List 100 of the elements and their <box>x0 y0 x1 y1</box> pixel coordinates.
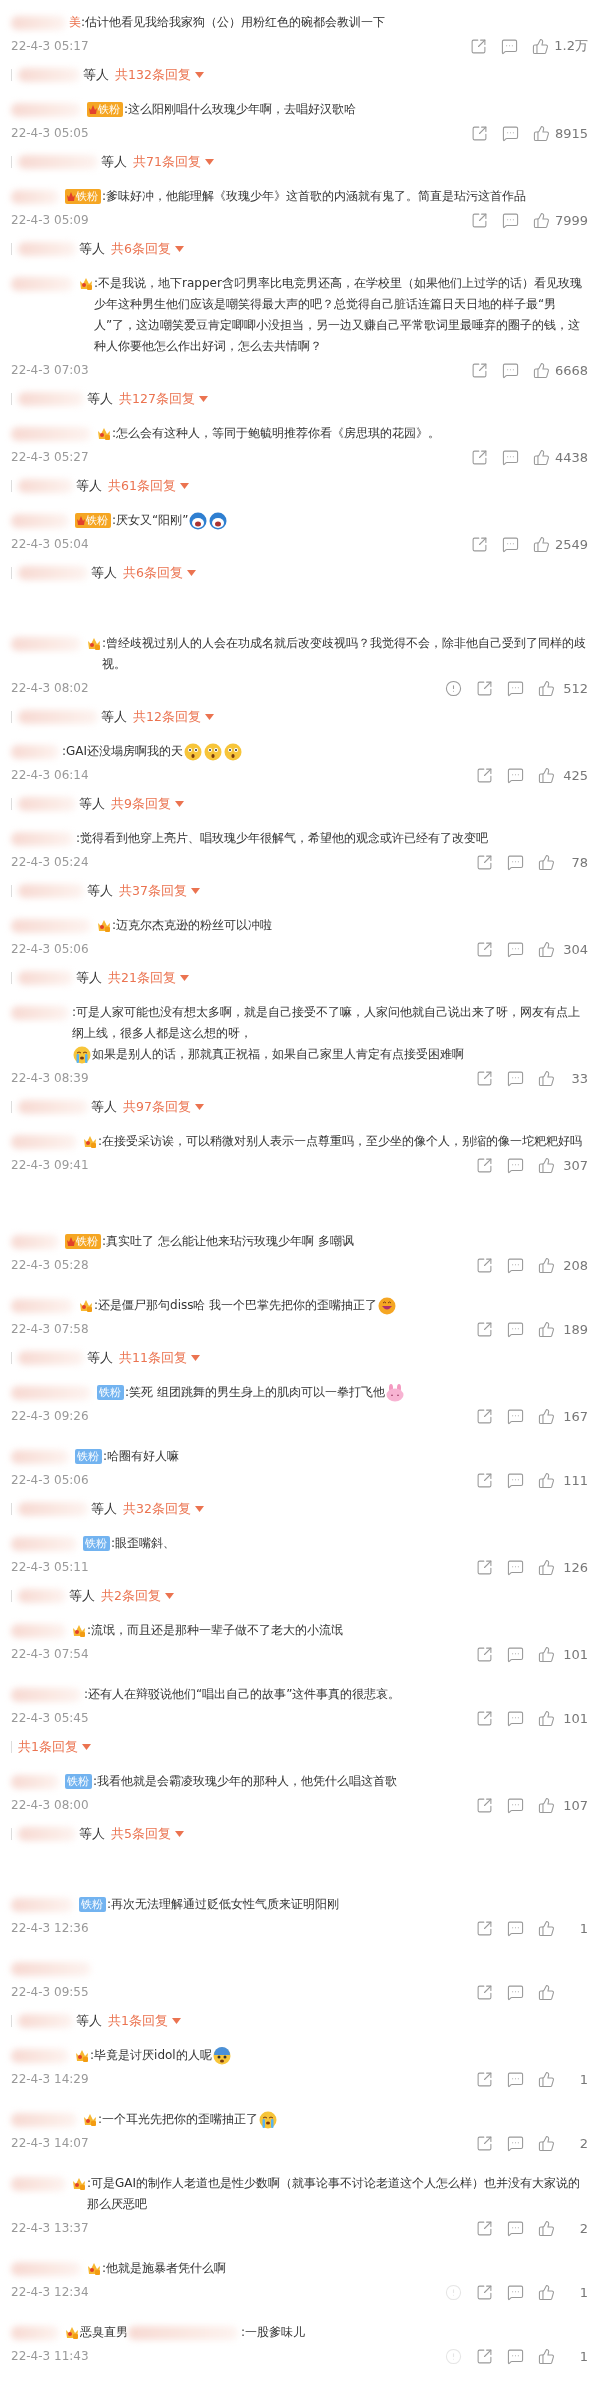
like-icon[interactable] <box>538 2070 555 2088</box>
like-icon[interactable] <box>538 1709 555 1727</box>
share-icon[interactable] <box>476 1558 493 1576</box>
comment-icon[interactable] <box>507 853 524 871</box>
like-icon[interactable] <box>538 1796 555 1814</box>
like-icon[interactable] <box>538 1645 555 1663</box>
replies-toggle[interactable]: 共9条回复 <box>111 795 184 813</box>
username-fragment[interactable]: 美 <box>69 12 81 33</box>
comment-icon[interactable] <box>501 535 519 553</box>
replies-toggle[interactable]: 共6条回复 <box>111 240 184 258</box>
share-icon[interactable] <box>476 766 493 784</box>
replies-toggle[interactable]: 共37条回复 <box>119 882 200 900</box>
replies-toggle[interactable]: 共32条回复 <box>123 1500 204 1518</box>
comment-icon[interactable] <box>507 1558 524 1576</box>
comment-icon[interactable] <box>507 2347 524 2365</box>
like-icon[interactable] <box>532 37 550 55</box>
like-icon[interactable] <box>538 1407 555 1425</box>
replies-toggle[interactable]: 共1条回复 <box>18 1738 91 1756</box>
report-icon[interactable] <box>445 679 462 697</box>
like-icon[interactable] <box>538 1256 555 1274</box>
like-icon[interactable] <box>538 1558 555 1576</box>
like-icon[interactable] <box>538 679 555 697</box>
comment-icon[interactable] <box>501 124 519 142</box>
replies-toggle[interactable]: 共21条回复 <box>108 969 189 987</box>
replies-toggle[interactable]: 共6条回复 <box>123 564 196 582</box>
comment-icon[interactable] <box>507 1320 524 1338</box>
replies-toggle[interactable]: 共2条回复 <box>101 1587 174 1605</box>
comment-icon[interactable] <box>501 448 519 466</box>
comment-icon[interactable] <box>507 679 524 697</box>
comment-icon[interactable] <box>507 1709 524 1727</box>
replies-toggle[interactable]: 共97条回复 <box>123 1098 204 1116</box>
like-icon[interactable] <box>532 448 550 466</box>
replies-toggle[interactable]: 共71条回复 <box>133 153 214 171</box>
like-icon[interactable] <box>538 1069 555 1087</box>
comment-icon[interactable] <box>501 361 519 379</box>
share-icon[interactable] <box>476 940 493 958</box>
share-icon[interactable] <box>476 1919 493 1937</box>
comment-icon[interactable] <box>507 1069 524 1087</box>
share-icon[interactable] <box>470 124 488 142</box>
comment-icon[interactable] <box>507 1796 524 1814</box>
like-icon[interactable] <box>538 2283 555 2301</box>
share-icon[interactable] <box>470 211 488 229</box>
share-icon[interactable] <box>476 1983 493 2001</box>
share-icon[interactable] <box>476 1796 493 1814</box>
share-icon[interactable] <box>476 2070 493 2088</box>
replies-toggle[interactable]: 共127条回复 <box>119 390 208 408</box>
share-icon[interactable] <box>476 1156 493 1174</box>
share-icon[interactable] <box>476 1320 493 1338</box>
comment-icon[interactable] <box>507 2219 524 2237</box>
comment-icon[interactable] <box>507 2134 524 2152</box>
share-icon[interactable] <box>476 1256 493 1274</box>
like-icon[interactable] <box>538 1320 555 1338</box>
replies-toggle[interactable]: 共12条回复 <box>133 708 214 726</box>
comment-icon[interactable] <box>507 2283 524 2301</box>
share-icon[interactable] <box>476 2219 493 2237</box>
share-icon[interactable] <box>470 361 488 379</box>
comment-icon[interactable] <box>507 1471 524 1489</box>
like-icon[interactable] <box>532 535 550 553</box>
like-icon[interactable] <box>538 1919 555 1937</box>
like-icon[interactable] <box>538 940 555 958</box>
like-icon[interactable] <box>538 1983 555 2001</box>
share-icon[interactable] <box>476 1069 493 1087</box>
like-icon[interactable] <box>538 853 555 871</box>
replies-toggle[interactable]: 共61条回复 <box>108 477 189 495</box>
comment-icon[interactable] <box>507 1156 524 1174</box>
like-icon[interactable] <box>538 2219 555 2237</box>
share-icon[interactable] <box>470 535 488 553</box>
like-icon[interactable] <box>538 2134 555 2152</box>
share-icon[interactable] <box>476 1645 493 1663</box>
comment-icon[interactable] <box>501 211 519 229</box>
like-icon[interactable] <box>532 124 550 142</box>
share-icon[interactable] <box>470 448 488 466</box>
like-icon[interactable] <box>538 1471 555 1489</box>
comment-icon[interactable] <box>507 940 524 958</box>
like-icon[interactable] <box>538 1156 555 1174</box>
comment-icon[interactable] <box>507 1256 524 1274</box>
comment-icon[interactable] <box>507 1983 524 2001</box>
comment-icon[interactable] <box>507 1407 524 1425</box>
share-icon[interactable] <box>476 1407 493 1425</box>
replies-toggle[interactable]: 共132条回复 <box>115 66 204 84</box>
like-icon[interactable] <box>538 2347 555 2365</box>
share-icon[interactable] <box>470 37 488 55</box>
comment-icon[interactable] <box>507 1919 524 1937</box>
comment-icon[interactable] <box>501 37 519 55</box>
like-icon[interactable] <box>532 211 550 229</box>
share-icon[interactable] <box>476 2134 493 2152</box>
replies-toggle[interactable]: 共1条回复 <box>108 2012 181 2030</box>
share-icon[interactable] <box>476 679 493 697</box>
like-icon[interactable] <box>538 766 555 784</box>
share-icon[interactable] <box>476 853 493 871</box>
replies-toggle[interactable]: 共5条回复 <box>111 1825 184 1843</box>
share-icon[interactable] <box>476 1709 493 1727</box>
comment-icon[interactable] <box>507 766 524 784</box>
replies-toggle[interactable]: 共11条回复 <box>119 1349 200 1367</box>
comment-icon[interactable] <box>507 2070 524 2088</box>
comment-icon[interactable] <box>507 1645 524 1663</box>
share-icon[interactable] <box>476 2283 493 2301</box>
share-icon[interactable] <box>476 1471 493 1489</box>
share-icon[interactable] <box>476 2347 493 2365</box>
like-icon[interactable] <box>532 361 550 379</box>
